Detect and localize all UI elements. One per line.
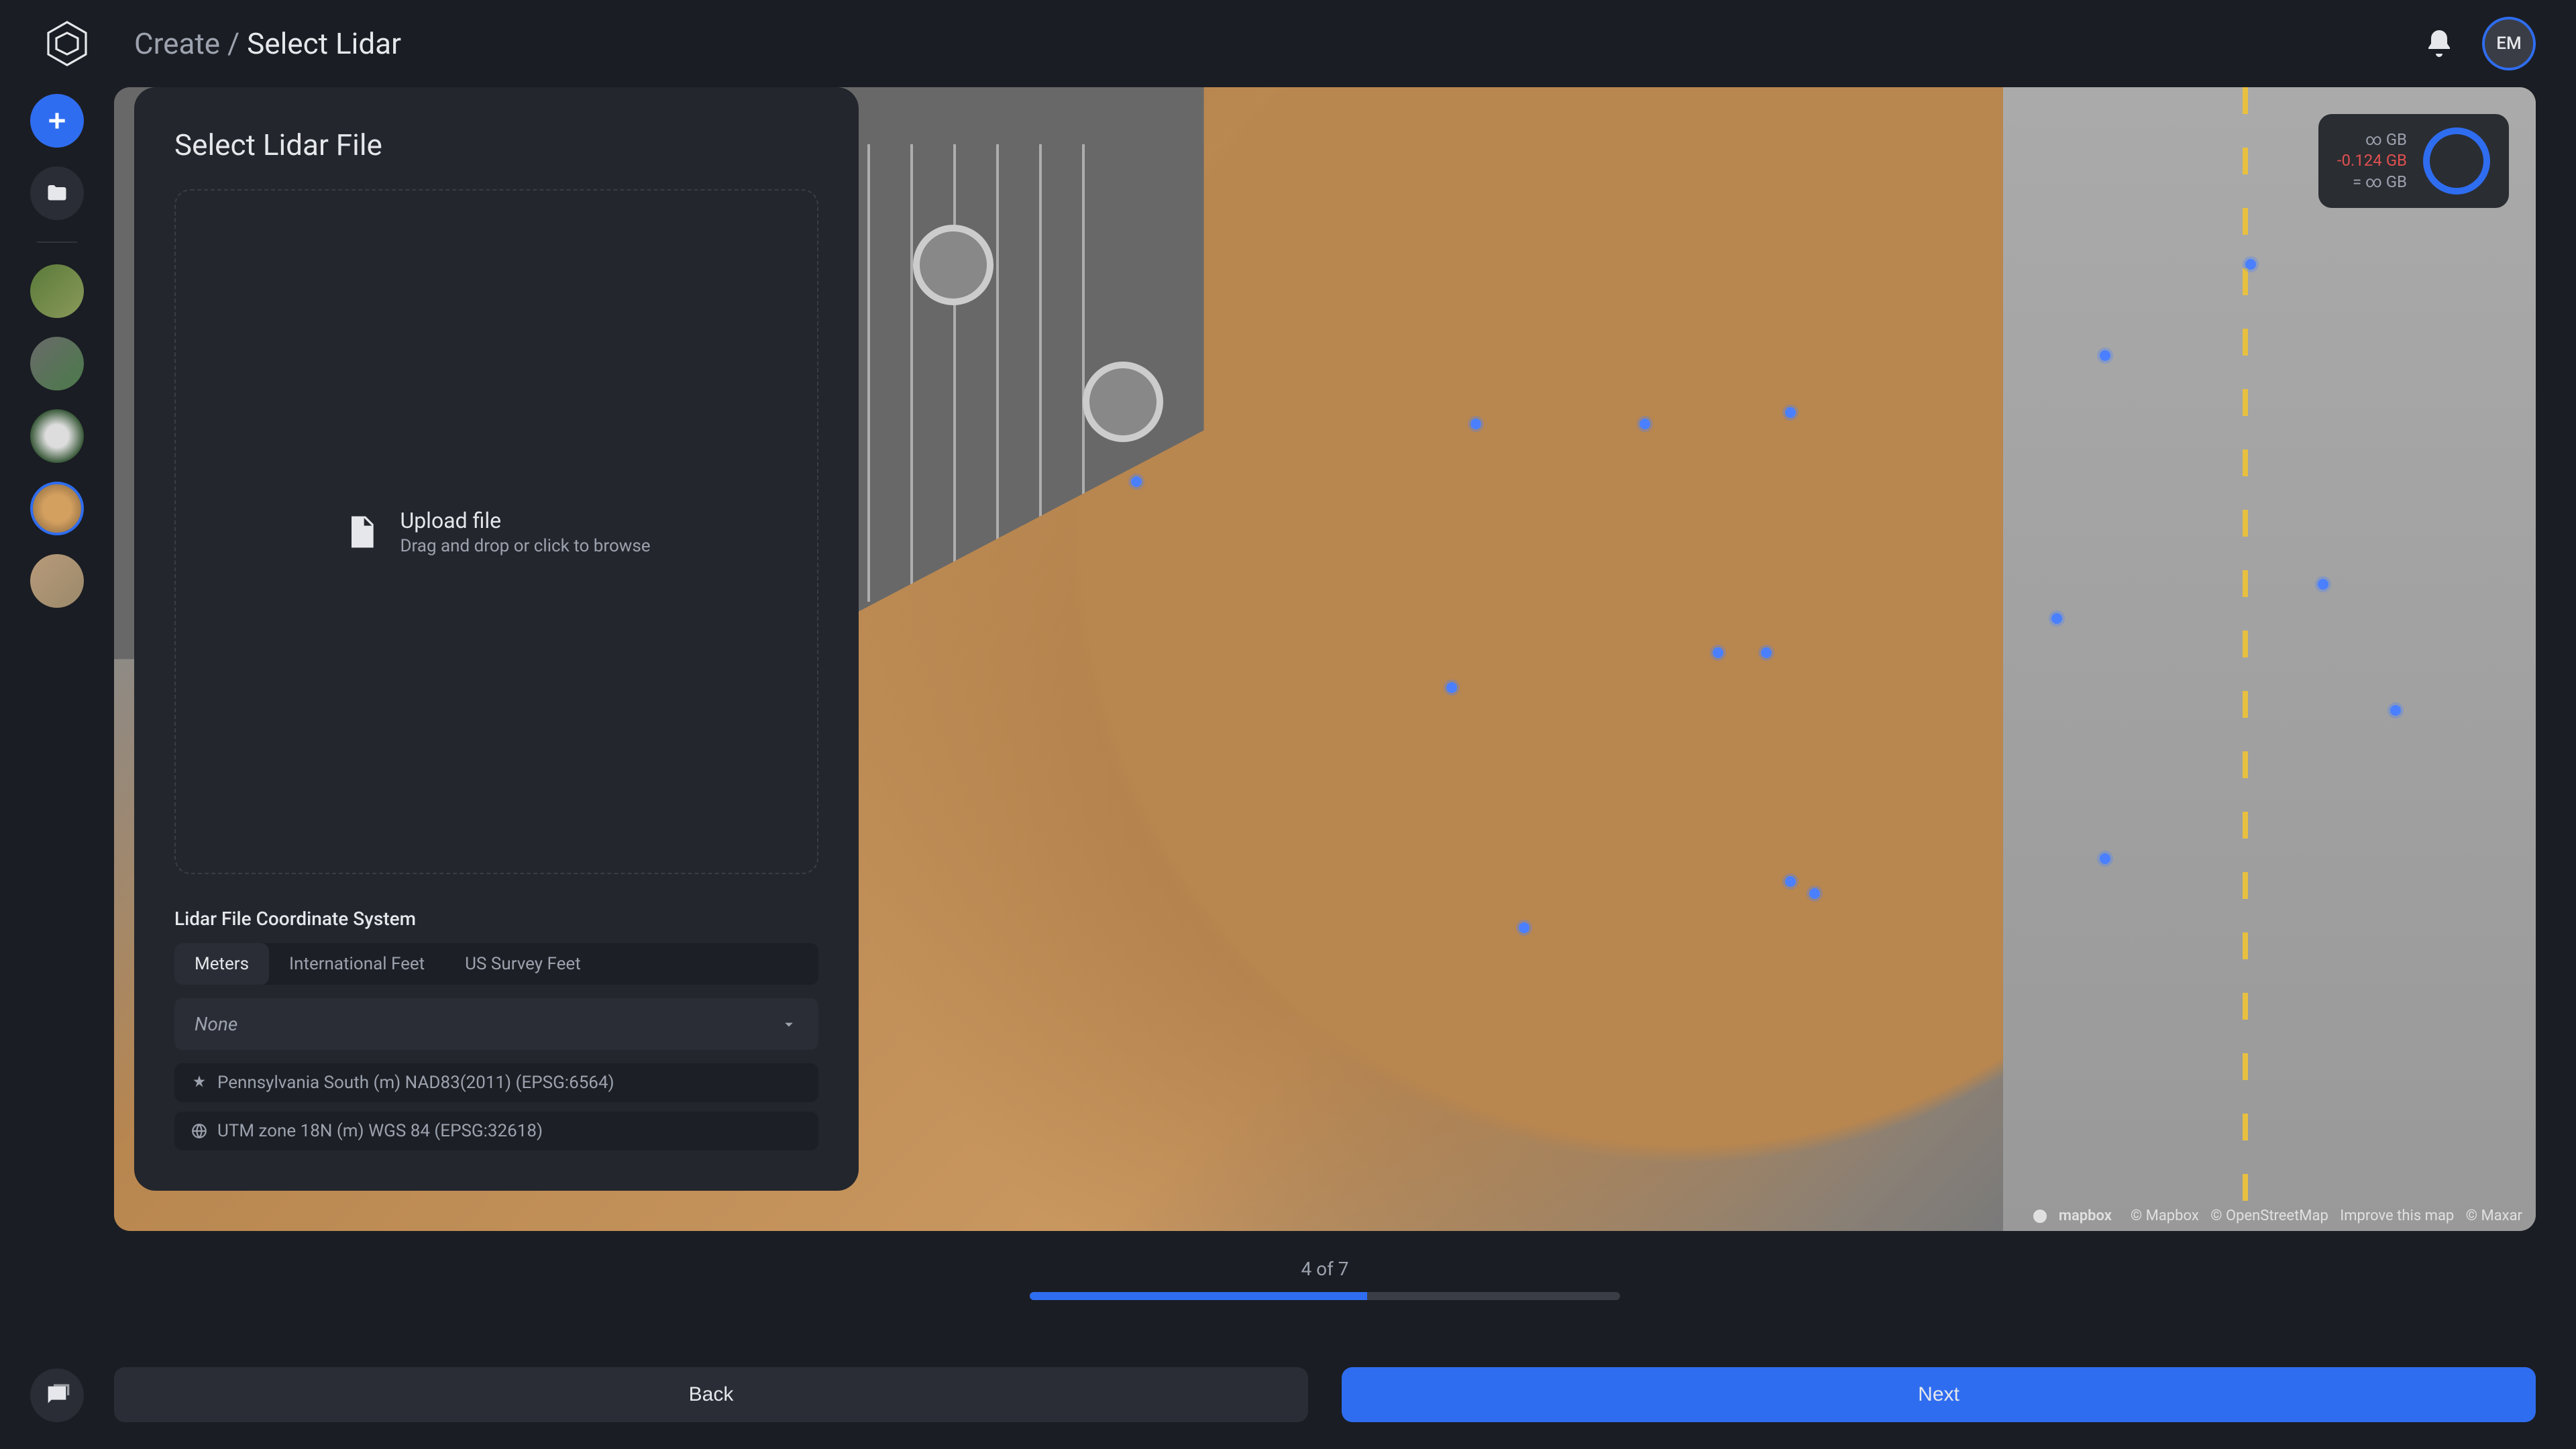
project-thumb[interactable]: [30, 554, 84, 608]
map-attrib-link[interactable]: © OpenStreetMap: [2207, 1208, 2328, 1224]
project-thumb[interactable]: [30, 337, 84, 390]
upload-dropzone[interactable]: Upload file Drag and drop or click to br…: [174, 189, 818, 874]
map-point[interactable]: [1519, 922, 1529, 933]
map-point[interactable]: [1713, 647, 1723, 658]
upload-subtitle: Drag and drop or click to browse: [400, 536, 650, 556]
unit-tab-us-survey-feet[interactable]: US Survey Feet: [445, 943, 601, 985]
map-point[interactable]: [1809, 888, 1820, 899]
next-button[interactable]: Next: [1342, 1367, 2536, 1422]
mapbox-logo-text: mapbox: [2059, 1208, 2112, 1224]
file-icon: [342, 513, 380, 551]
app-logo[interactable]: [40, 17, 94, 70]
progress-fill: [1030, 1292, 1367, 1300]
panel-title: Select Lidar File: [174, 127, 818, 162]
step-text: 4 of 7: [1301, 1258, 1348, 1280]
map-attrib-link[interactable]: Improve this map: [2337, 1208, 2454, 1224]
coord-preset[interactable]: Pennsylvania South (m) NAD83(2011) (EPSG…: [174, 1063, 818, 1102]
quota-remaining: = ∞ GB: [2337, 172, 2407, 193]
left-nav: [0, 87, 114, 1449]
quota-total: ∞ GB: [2337, 129, 2407, 150]
avatar[interactable]: EM: [2482, 17, 2536, 70]
notifications-icon[interactable]: [2423, 28, 2455, 60]
select-value: None: [195, 1013, 237, 1035]
coord-system-select[interactable]: None: [174, 998, 818, 1050]
select-lidar-panel: Select Lidar File Upload file Drag and d…: [134, 87, 859, 1191]
preset-label: Pennsylvania South (m) NAD83(2011) (EPSG…: [217, 1073, 614, 1093]
project-thumb-active[interactable]: [30, 482, 84, 535]
chevron-down-icon: [780, 1015, 798, 1034]
header: Create / Select Lidar EM: [0, 0, 2576, 87]
back-button[interactable]: Back: [114, 1367, 1308, 1422]
sparkle-icon: [191, 1074, 208, 1091]
avatar-initials: EM: [2496, 34, 2521, 54]
breadcrumb: Create / Select Lidar: [134, 26, 401, 61]
map-attrib-link[interactable]: © Mapbox: [2131, 1208, 2199, 1224]
map-roundabout: [913, 225, 994, 305]
add-button[interactable]: [30, 94, 84, 148]
unit-tabs: MetersInternational FeetUS Survey Feet: [174, 943, 818, 985]
mapbox-logo-icon: [2032, 1208, 2048, 1224]
map-attribution: mapbox © Mapbox © OpenStreetMap Improve …: [2032, 1208, 2522, 1224]
nav-divider: [37, 241, 77, 243]
breadcrumb-prefix: Create /: [134, 26, 239, 61]
map-attrib-link[interactable]: © Maxar: [2462, 1208, 2522, 1224]
step-indicator: 4 of 7: [114, 1258, 2536, 1300]
map-point[interactable]: [1131, 476, 1142, 487]
coord-system-label: Lidar File Coordinate System: [174, 908, 818, 930]
project-thumb[interactable]: [30, 409, 84, 463]
preset-label: UTM zone 18N (m) WGS 84 (EPSG:32618): [217, 1121, 543, 1141]
map-point[interactable]: [1446, 682, 1457, 693]
storage-quota: ∞ GB -0.124 GB = ∞ GB: [2318, 114, 2509, 208]
map-road: [2003, 87, 2536, 1231]
unit-tab-meters[interactable]: Meters: [174, 943, 269, 985]
quota-ring-icon: [2423, 127, 2490, 195]
project-thumb[interactable]: [30, 264, 84, 318]
globe-icon: [191, 1122, 208, 1140]
map-point[interactable]: [1470, 419, 1481, 429]
coord-preset[interactable]: UTM zone 18N (m) WGS 84 (EPSG:32618): [174, 1112, 818, 1150]
breadcrumb-current: Select Lidar: [247, 26, 401, 61]
folder-button[interactable]: [30, 166, 84, 220]
unit-tab-international-feet[interactable]: International Feet: [269, 943, 445, 985]
footer-buttons: Back Next: [114, 1367, 2536, 1422]
quota-used: -0.124 GB: [2337, 150, 2407, 171]
map-canvas[interactable]: ∞ GB -0.124 GB = ∞ GB Select Lidar File: [114, 87, 2536, 1231]
upload-title: Upload file: [400, 508, 650, 533]
map-point[interactable]: [2390, 705, 2401, 716]
map-roundabout: [1083, 362, 1163, 442]
map-point[interactable]: [2245, 259, 2256, 270]
chat-button[interactable]: [30, 1368, 84, 1422]
progress-bar: [1030, 1292, 1620, 1300]
